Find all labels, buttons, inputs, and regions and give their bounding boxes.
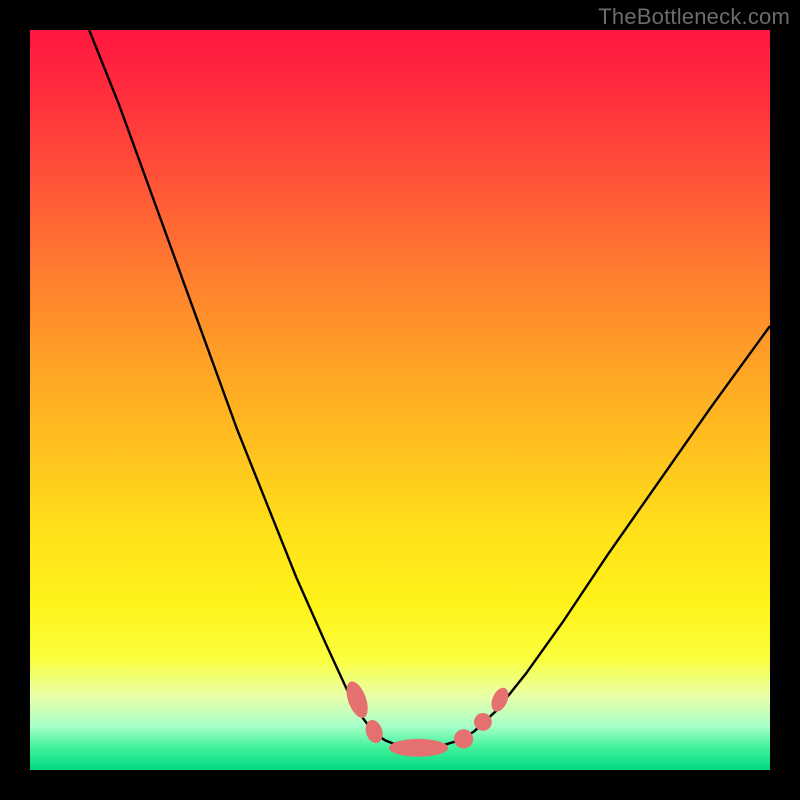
curve-marker-dot	[474, 713, 492, 731]
curve-marker-dot	[454, 729, 473, 748]
curve-marker-lozenge	[488, 685, 512, 714]
curve-marker-lozenge	[389, 739, 448, 757]
curve-layer	[30, 30, 770, 770]
curve-marker-lozenge	[342, 679, 372, 721]
bottleneck-curve	[89, 30, 770, 748]
watermark-text: TheBottleneck.com	[598, 4, 790, 30]
outer-frame: TheBottleneck.com	[0, 0, 800, 800]
marker-layer	[342, 679, 512, 757]
plot-area	[30, 30, 770, 770]
